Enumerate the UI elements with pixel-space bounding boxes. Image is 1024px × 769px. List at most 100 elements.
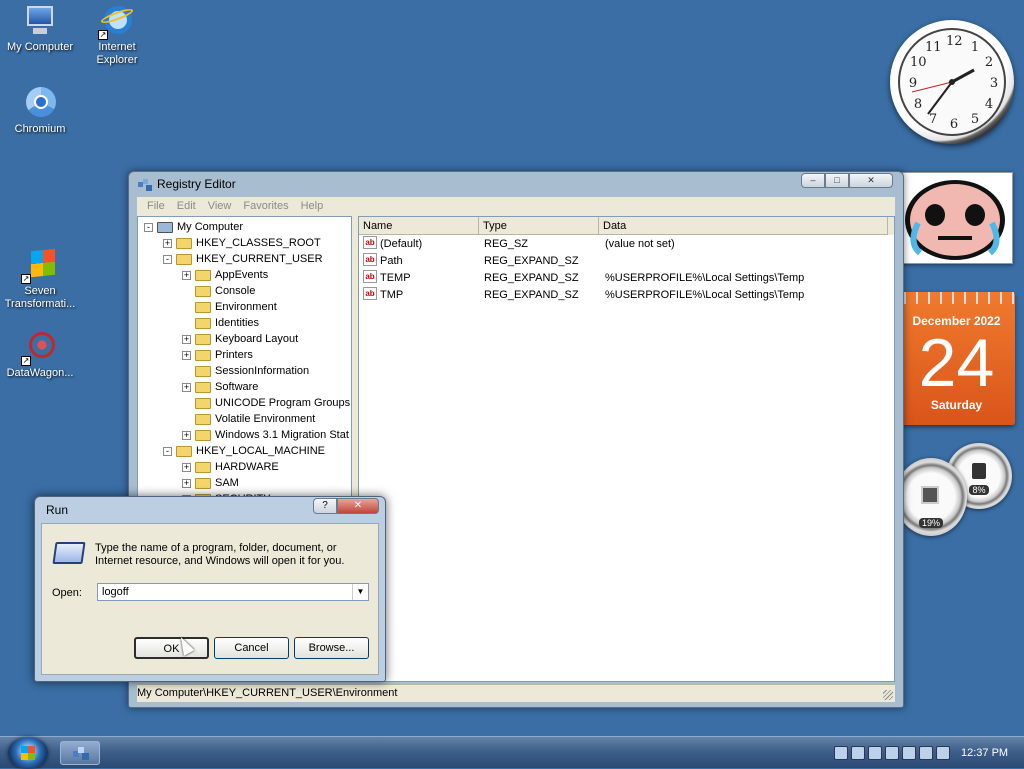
maximize-button[interactable]: □ xyxy=(825,173,849,188)
tree-item-label: SessionInformation xyxy=(215,365,310,377)
tree-item[interactable]: Environment xyxy=(138,299,351,315)
tree-item[interactable]: + AppEvents xyxy=(138,267,351,283)
resize-grip-icon[interactable] xyxy=(883,690,893,700)
menu-edit[interactable]: Edit xyxy=(171,197,202,216)
value-name: (Default) xyxy=(380,238,423,250)
open-dropdown-button[interactable]: ▼ xyxy=(352,584,368,600)
expand-icon[interactable]: + xyxy=(182,479,191,488)
tree-item[interactable]: + Printers xyxy=(138,347,351,363)
tree-item-label: AppEvents xyxy=(215,269,269,281)
open-input[interactable] xyxy=(97,583,369,601)
expand-icon[interactable]: + xyxy=(182,431,191,440)
menu-view[interactable]: View xyxy=(202,197,238,216)
close-button[interactable]: ✕ xyxy=(849,173,893,188)
menu-file[interactable]: File xyxy=(141,197,171,216)
menu-help[interactable]: Help xyxy=(295,197,330,216)
menu-favorites[interactable]: Favorites xyxy=(237,197,294,216)
start-button[interactable] xyxy=(8,737,48,769)
performance-icon[interactable] xyxy=(936,746,950,760)
tree-item[interactable]: + HARDWARE xyxy=(138,459,351,475)
desktop-icon-chromium[interactable]: Chromium xyxy=(0,86,80,136)
value-row[interactable]: ab (Default) REG_SZ (value not set) xyxy=(359,236,894,253)
seven-transformation-icon: ↗ xyxy=(21,248,57,284)
column-header-name[interactable]: Name xyxy=(359,217,479,235)
help-button[interactable]: ? xyxy=(313,498,337,514)
tree-item[interactable]: - HKEY_LOCAL_MACHINE xyxy=(138,443,351,459)
security-shield-icon[interactable] xyxy=(902,746,916,760)
computer-icon xyxy=(157,222,173,233)
memory-usage: 8% xyxy=(969,485,989,495)
volume-icon[interactable] xyxy=(885,746,899,760)
tree-item[interactable]: + HKEY_CLASSES_ROOT xyxy=(138,235,351,251)
clock-gadget[interactable]: 12 1 2 3 4 5 6 7 8 9 10 11 xyxy=(890,20,1014,144)
tree-item[interactable]: + SAM xyxy=(138,475,351,491)
cpu-gauge[interactable]: 19% xyxy=(895,458,967,536)
calendar-gadget[interactable]: December 2022 24 Saturday xyxy=(898,292,1015,425)
column-header-type[interactable]: Type xyxy=(479,217,599,235)
registry-editor-icon xyxy=(137,177,153,191)
keyboard-icon[interactable] xyxy=(834,746,848,760)
value-type: REG_EXPAND_SZ xyxy=(484,289,579,301)
crying-face-picture xyxy=(905,180,1005,260)
minimize-icon: – xyxy=(810,175,816,185)
tree-item[interactable]: - My Computer xyxy=(138,219,351,235)
expand-icon[interactable]: + xyxy=(163,239,172,248)
power-icon[interactable] xyxy=(919,746,933,760)
minimize-button[interactable]: – xyxy=(801,173,825,188)
picture-gadget[interactable] xyxy=(897,172,1013,264)
taskbar-item-registry-editor[interactable] xyxy=(60,741,100,765)
tree-item[interactable]: SessionInformation xyxy=(138,363,351,379)
run-dialog[interactable]: Run ? ✕ Type the name of a program, fold… xyxy=(34,496,386,682)
values-list[interactable]: Name Type Data ab (Default) REG_SZ (value n… xyxy=(358,216,895,682)
taskbar-clock[interactable]: 12:37 PM xyxy=(961,747,1008,759)
desktop-icon-seven-transformation[interactable]: ↗ Seven Transformati... xyxy=(0,248,80,311)
desktop-icon-internet-explorer[interactable]: ↗ Internet Explorer xyxy=(77,4,157,67)
expand-icon[interactable]: + xyxy=(182,271,191,280)
network-icon[interactable] xyxy=(851,746,865,760)
close-icon: ✕ xyxy=(867,175,875,185)
tree-item[interactable]: + Windows 3.1 Migration Stat xyxy=(138,427,351,443)
menu-bar: File Edit View Favorites Help xyxy=(137,197,895,216)
tree-item[interactable]: - HKEY_CURRENT_USER xyxy=(138,251,351,267)
registry-editor-titlebar[interactable]: Registry Editor – □ ✕ xyxy=(129,172,903,196)
cancel-button[interactable]: Cancel xyxy=(214,637,289,659)
tree-item[interactable]: Console xyxy=(138,283,351,299)
string-value-icon: ab xyxy=(363,236,377,249)
expand-icon[interactable]: + xyxy=(182,383,191,392)
value-name: TEMP xyxy=(380,272,411,284)
shortcut-arrow-icon: ↗ xyxy=(21,356,31,366)
value-row[interactable]: ab Path REG_EXPAND_SZ xyxy=(359,253,894,270)
tree-item[interactable]: Volatile Environment xyxy=(138,411,351,427)
folder-icon xyxy=(195,398,211,409)
ok-button[interactable]: OK xyxy=(134,637,209,659)
desktop-icon-label: Seven Transformati... xyxy=(4,285,76,310)
run-dialog-title: Run xyxy=(46,503,69,517)
tree-item[interactable]: + Keyboard Layout xyxy=(138,331,351,347)
taskbar: 12:37 PM xyxy=(0,736,1024,769)
expand-icon[interactable]: + xyxy=(182,335,191,344)
value-name: Path xyxy=(380,255,403,267)
tree-item[interactable]: Identities xyxy=(138,315,351,331)
tree-item-label: Volatile Environment xyxy=(215,413,316,425)
desktop-icon-my-computer[interactable]: My Computer xyxy=(0,4,80,54)
tree-item[interactable]: UNICODE Program Groups xyxy=(138,395,351,411)
folder-icon xyxy=(195,334,211,345)
expand-icon[interactable]: + xyxy=(182,463,191,472)
expand-icon[interactable]: + xyxy=(182,351,191,360)
help-icon: ? xyxy=(322,500,328,511)
value-row[interactable]: ab TMP REG_EXPAND_SZ %USERPROFILE%\Local Se… xyxy=(359,287,894,304)
desktop-icon-datawagon[interactable]: ↗ DataWagon... xyxy=(0,330,80,380)
value-row[interactable]: ab TEMP REG_EXPAND_SZ %USERPROFILE%\Local S… xyxy=(359,270,894,287)
tree-item-label: Keyboard Layout xyxy=(215,333,299,345)
cpu-chip-icon xyxy=(921,486,939,504)
value-data: %USERPROFILE%\Local Settings\Temp xyxy=(605,289,805,301)
folder-icon xyxy=(195,286,211,297)
collapse-icon[interactable]: - xyxy=(163,447,172,456)
run-close-button[interactable]: ✕ xyxy=(337,498,379,514)
browse-button[interactable]: Browse... xyxy=(294,637,369,659)
column-header-data[interactable]: Data xyxy=(599,217,888,235)
collapse-icon[interactable]: - xyxy=(144,223,153,232)
display-icon[interactable] xyxy=(868,746,882,760)
collapse-icon[interactable]: - xyxy=(163,255,172,264)
tree-item[interactable]: + Software xyxy=(138,379,351,395)
